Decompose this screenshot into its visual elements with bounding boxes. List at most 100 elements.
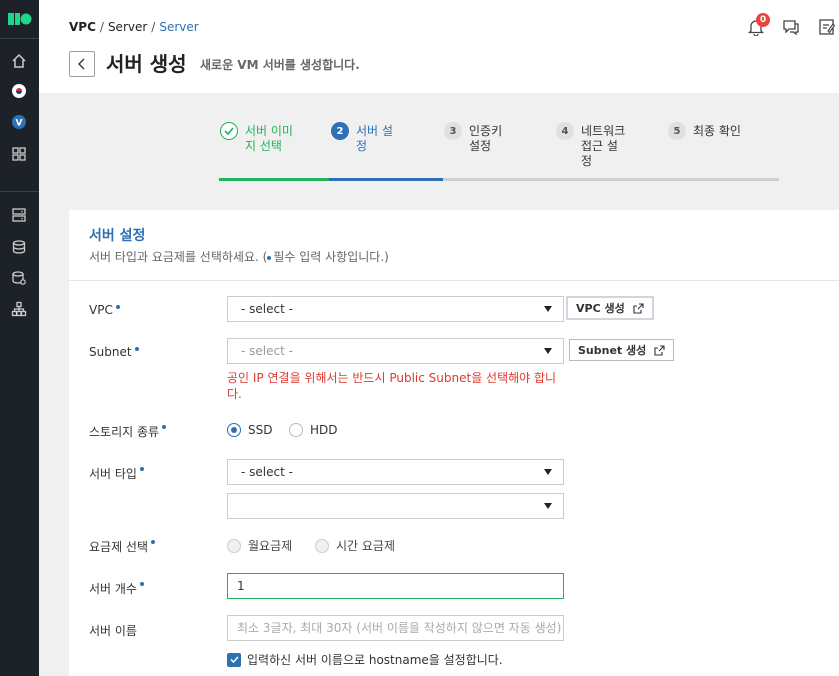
caret-down-icon xyxy=(544,348,552,354)
hostname-checkbox[interactable]: 입력하신 서버 이름으로 hostname을 설정합니다. xyxy=(227,651,503,668)
create-vpc-button[interactable]: VPC 생성 xyxy=(566,296,654,320)
vpc-select-value: - select - xyxy=(241,302,293,316)
server-name-input[interactable] xyxy=(227,615,564,641)
billing-label: 요금제 선택 xyxy=(89,538,156,555)
billing-hourly-label: 시간 요금제 xyxy=(336,539,396,553)
step-label: 최종 확인 xyxy=(693,124,741,138)
section-description-text: 서버 타입과 요금제를 선택하세요. ( xyxy=(89,250,268,264)
section-description-text: 필수 입력 사항입니다.) xyxy=(273,250,389,264)
server-count-label: 서버 개수 xyxy=(89,580,144,597)
chevron-left-icon xyxy=(78,58,85,70)
subnet-select-value: - select - xyxy=(241,344,293,358)
page-subtitle: 새로운 VM 서버를 생성합니다. xyxy=(200,58,360,72)
step-server-image[interactable]: 서버 이미지 선택 xyxy=(220,122,293,154)
server-icon[interactable] xyxy=(10,206,28,224)
storage-type-label: 스토리지 종류 xyxy=(89,423,167,440)
billing-label-text: 요금제 선택 xyxy=(89,540,149,554)
step-progress-done xyxy=(219,178,329,181)
step-label: 서버 이미지 선택 xyxy=(245,124,293,153)
all-products-grid-icon[interactable] xyxy=(10,145,28,163)
required-dot-icon xyxy=(139,467,144,471)
storage-icon[interactable] xyxy=(10,238,28,256)
billing-monthly-label: 월요금제 xyxy=(248,539,293,553)
breadcrumb-item-vpc[interactable]: VPC xyxy=(69,20,96,34)
radio-unselected-icon xyxy=(289,423,303,437)
server-type-label-text: 서버 타입 xyxy=(89,467,137,481)
feedback-chat-icon[interactable] xyxy=(782,18,800,36)
section-title: 서버 설정 xyxy=(89,228,146,244)
sidebar: V xyxy=(0,0,39,676)
create-vpc-button-label: VPC 생성 xyxy=(576,302,625,315)
step-progress-active xyxy=(329,178,443,181)
server-type-label: 서버 타입 xyxy=(89,465,144,482)
server-type-select[interactable]: - select - xyxy=(227,459,564,485)
required-dot-icon xyxy=(134,347,139,351)
breadcrumb: VPC / Server / Server xyxy=(69,20,199,34)
step-network-access[interactable]: 4 네트워크 접근 설정 xyxy=(556,122,627,169)
subnet-select[interactable]: - select - xyxy=(227,338,564,364)
required-dot-icon xyxy=(115,305,120,309)
subnet-label-text: Subnet xyxy=(89,345,132,359)
required-dot-icon xyxy=(267,255,272,260)
ncloud-logo-icon[interactable] xyxy=(8,12,32,26)
notification-count-badge: 0 xyxy=(756,13,770,27)
breadcrumb-item-server[interactable]: Server xyxy=(108,20,147,34)
step-label: 인증키 설정 xyxy=(469,124,503,153)
create-subnet-button[interactable]: Subnet 생성 xyxy=(569,339,675,361)
sidebar-divider xyxy=(0,191,39,192)
breadcrumb-separator: / xyxy=(151,20,156,34)
subnet-warning-text: 공인 IP 연결을 위해서는 반드시 Public Subnet을 선택해야 합… xyxy=(227,371,557,401)
database-icon[interactable] xyxy=(10,269,28,287)
korea-region-icon[interactable] xyxy=(10,82,28,100)
step-number: 4 xyxy=(556,122,574,140)
vpc-label: VPC xyxy=(89,303,120,317)
page-title: 서버 생성 xyxy=(106,52,187,76)
server-spec-select[interactable] xyxy=(227,493,564,519)
vpc-select[interactable]: - select - xyxy=(227,296,564,322)
caret-down-icon xyxy=(544,306,552,312)
section-description: 서버 타입과 요금제를 선택하세요. ( 필수 입력 사항입니다.) xyxy=(89,248,389,265)
vpc-platform-icon[interactable]: V xyxy=(10,113,28,131)
network-icon[interactable] xyxy=(10,300,28,318)
storage-hdd-radio[interactable]: HDD xyxy=(289,423,338,437)
radio-disabled-icon xyxy=(227,538,241,553)
billing-hourly-radio[interactable]: 시간 요금제 xyxy=(315,537,395,554)
step-number: 2 xyxy=(331,122,349,140)
server-count-input[interactable] xyxy=(227,573,564,599)
memo-edit-icon[interactable] xyxy=(818,18,836,36)
required-dot-icon xyxy=(162,425,167,429)
checkbox-checked-icon xyxy=(227,652,241,667)
storage-ssd-radio[interactable]: SSD xyxy=(227,423,272,437)
home-icon[interactable] xyxy=(10,52,28,70)
svg-text:V: V xyxy=(16,119,23,129)
vpc-label-text: VPC xyxy=(89,303,113,317)
sidebar-divider xyxy=(0,38,39,39)
external-link-icon xyxy=(654,344,665,356)
create-subnet-button-label: Subnet 생성 xyxy=(578,344,647,357)
step-final-review[interactable]: 5 최종 확인 xyxy=(668,122,755,140)
caret-down-icon xyxy=(544,503,552,509)
section-divider xyxy=(69,280,839,281)
external-link-icon xyxy=(633,302,644,314)
storage-ssd-label: SSD xyxy=(248,423,273,437)
back-button[interactable] xyxy=(69,51,95,77)
breadcrumb-item-current[interactable]: Server xyxy=(159,20,198,34)
required-dot-icon xyxy=(151,540,156,544)
server-count-label-text: 서버 개수 xyxy=(89,582,137,596)
step-label: 네트워크 접근 설정 xyxy=(581,124,626,168)
caret-down-icon xyxy=(544,469,552,475)
required-dot-icon xyxy=(139,582,144,586)
step-server-settings[interactable]: 2 서버 설정 xyxy=(331,122,400,154)
billing-monthly-radio[interactable]: 월요금제 xyxy=(227,537,292,554)
hostname-checkbox-label: 입력하신 서버 이름으로 hostname을 설정합니다. xyxy=(247,653,503,667)
step-number: 5 xyxy=(668,122,686,140)
step-progress-remaining xyxy=(443,178,779,181)
check-icon xyxy=(220,122,238,140)
radio-disabled-icon xyxy=(315,538,329,553)
radio-selected-icon xyxy=(227,423,241,437)
breadcrumb-separator: / xyxy=(99,20,104,34)
step-label: 서버 설정 xyxy=(356,124,393,153)
step-number: 3 xyxy=(444,122,462,140)
step-auth-key[interactable]: 3 인증키 설정 xyxy=(444,122,513,154)
server-type-select-value: - select - xyxy=(241,465,293,479)
